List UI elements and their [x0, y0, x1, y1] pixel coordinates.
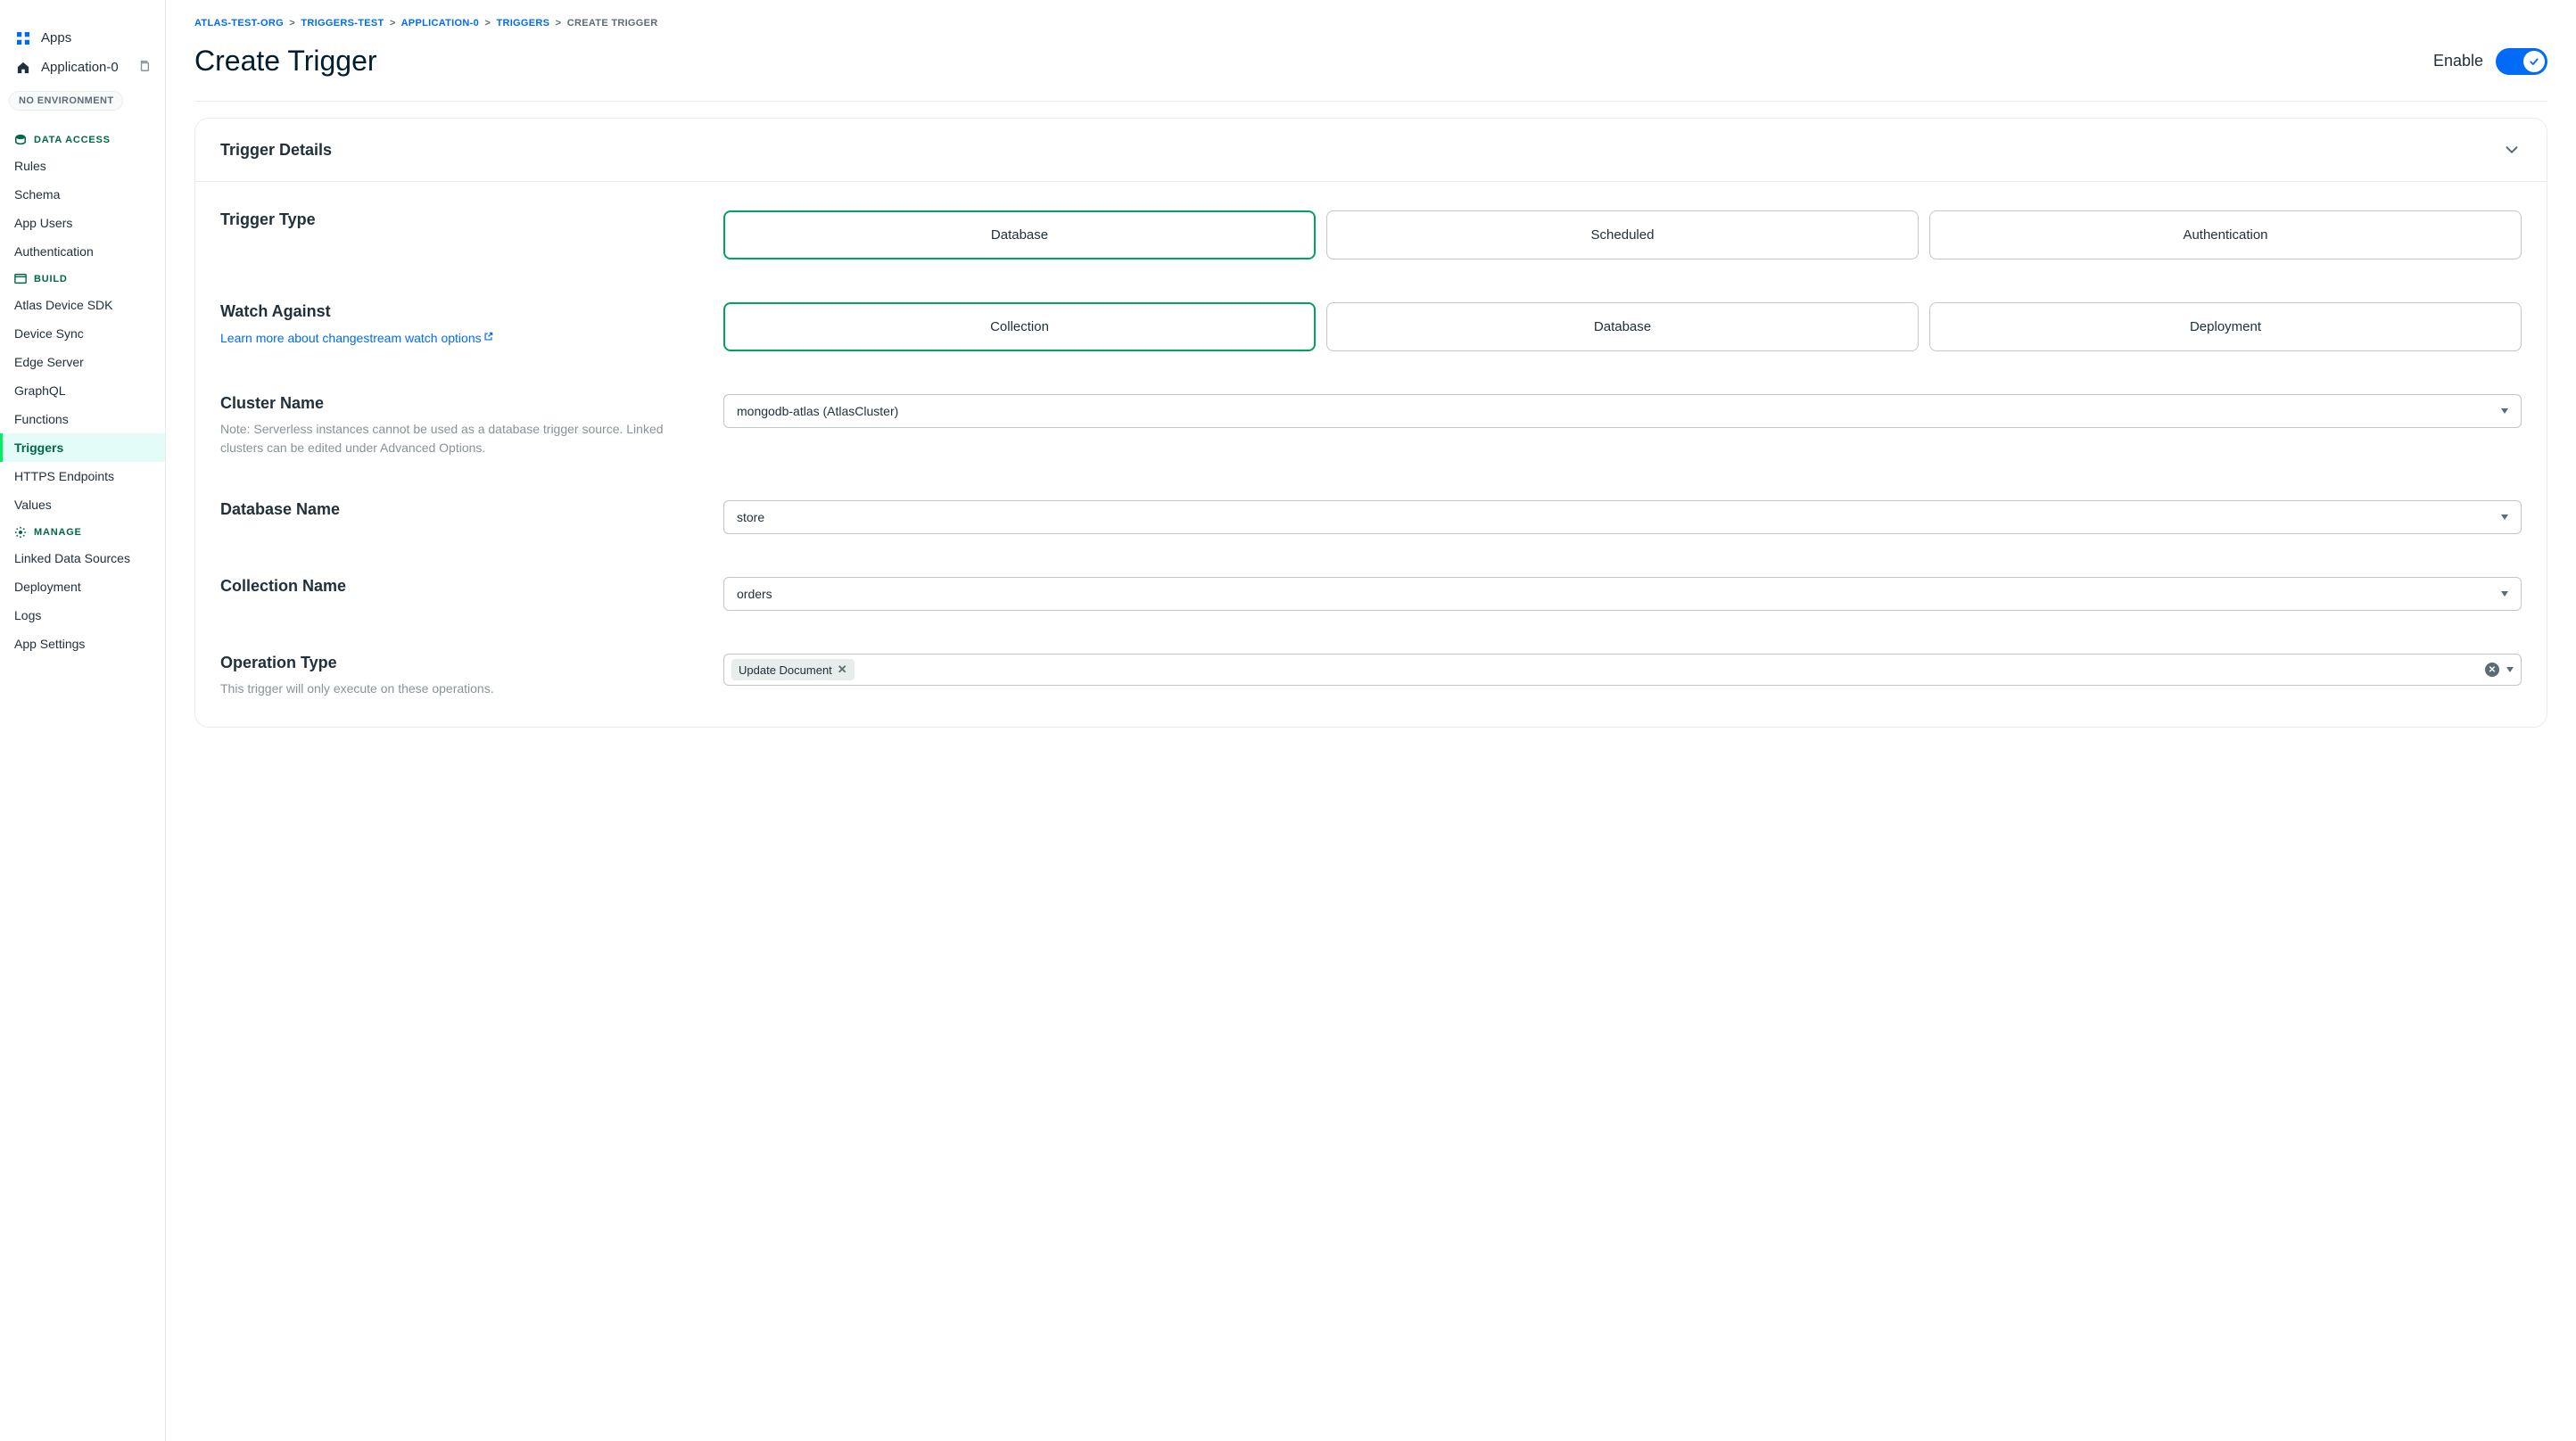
- caret-down-icon: [2501, 408, 2508, 414]
- section-title-manage: MANAGE: [0, 519, 165, 544]
- sidebar-item-functions[interactable]: Functions: [0, 405, 165, 433]
- home-icon: [14, 62, 32, 74]
- option-authentication[interactable]: Authentication: [1929, 210, 2522, 259]
- toggle-knob: [2523, 51, 2545, 72]
- crumb-project[interactable]: TRIGGERS-TEST: [301, 18, 384, 29]
- sidebar-item-deployment[interactable]: Deployment: [0, 572, 165, 601]
- sidebar-item-app-users[interactable]: App Users: [0, 209, 165, 237]
- section-title-data-access: DATA ACCESS: [0, 127, 165, 152]
- watch-against-options: Collection Database Deployment: [723, 302, 2522, 351]
- enable-toggle[interactable]: [2496, 48, 2547, 75]
- select-collection-value: orders: [737, 587, 772, 601]
- select-collection[interactable]: orders: [723, 577, 2522, 611]
- sidebar-item-logs[interactable]: Logs: [0, 601, 165, 630]
- crumb-sep: >: [484, 18, 491, 29]
- option-collection[interactable]: Collection: [723, 302, 1316, 351]
- panel-title: Trigger Details: [220, 141, 332, 160]
- sidebar-item-schema[interactable]: Schema: [0, 180, 165, 209]
- clear-all-icon[interactable]: ✕: [2485, 663, 2499, 677]
- label-cluster: Cluster Name: [220, 394, 702, 413]
- app-name-label: Application-0: [41, 60, 119, 75]
- trigger-details-panel: Trigger Details Trigger Type Database Sc…: [194, 118, 2547, 728]
- label-collection: Collection Name: [220, 577, 702, 596]
- tag-remove-icon[interactable]: ✕: [838, 663, 847, 677]
- sidebar-item-rules[interactable]: Rules: [0, 152, 165, 180]
- crumb-sep: >: [556, 18, 562, 29]
- option-scheduled[interactable]: Scheduled: [1326, 210, 1919, 259]
- enable-label: Enable: [2433, 52, 2483, 70]
- sidebar-item-app-name[interactable]: Application-0: [0, 53, 165, 82]
- sidebar-item-app-settings[interactable]: App Settings: [0, 630, 165, 658]
- sidebar-item-apps[interactable]: Apps: [0, 23, 165, 53]
- sidebar-item-sdk[interactable]: Atlas Device SDK: [0, 291, 165, 319]
- sidebar-item-edge-server[interactable]: Edge Server: [0, 348, 165, 376]
- sidebar-item-linked[interactable]: Linked Data Sources: [0, 544, 165, 572]
- label-database: Database Name: [220, 500, 702, 519]
- hint-operation: This trigger will only execute on these …: [220, 679, 702, 698]
- chevron-down-icon: [2502, 140, 2522, 160]
- tag-label: Update Document: [739, 663, 832, 677]
- caret-down-icon: [2506, 667, 2514, 672]
- option-database[interactable]: Database: [723, 210, 1316, 259]
- crumb-app[interactable]: APPLICATION-0: [401, 18, 479, 29]
- option-deployment[interactable]: Deployment: [1929, 302, 2522, 351]
- hint-cluster: Note: Serverless instances cannot be use…: [220, 420, 702, 457]
- tag-update-document: Update Document ✕: [731, 659, 855, 680]
- label-trigger-type: Trigger Type: [220, 210, 702, 229]
- copy-icon[interactable]: [138, 60, 151, 75]
- sidebar-item-triggers[interactable]: Triggers: [0, 433, 165, 462]
- select-operation[interactable]: Update Document ✕ ✕: [723, 654, 2522, 686]
- apps-label: Apps: [41, 30, 71, 45]
- page-title: Create Trigger: [194, 45, 377, 78]
- label-operation: Operation Type: [220, 654, 702, 672]
- sidebar-item-https-endpoints[interactable]: HTTPS Endpoints: [0, 462, 165, 490]
- crumb-section[interactable]: TRIGGERS: [496, 18, 549, 29]
- panel-head[interactable]: Trigger Details: [195, 119, 2547, 182]
- select-database-value: store: [737, 510, 764, 524]
- trigger-type-options: Database Scheduled Authentication: [723, 210, 2522, 259]
- crumb-sep: >: [289, 18, 295, 29]
- caret-down-icon: [2501, 515, 2508, 520]
- sidebar-item-graphql[interactable]: GraphQL: [0, 376, 165, 405]
- apps-icon: [14, 32, 32, 45]
- sidebar: Apps Application-0 NO ENVIRONMENT DATA A…: [0, 0, 166, 1441]
- environment-badge: NO ENVIRONMENT: [9, 91, 123, 111]
- crumb-org[interactable]: ATLAS-TEST-ORG: [194, 18, 284, 29]
- breadcrumb: ATLAS-TEST-ORG > TRIGGERS-TEST > APPLICA…: [194, 18, 2547, 29]
- option-database[interactable]: Database: [1326, 302, 1919, 351]
- link-changestream[interactable]: Learn more about changestream watch opti…: [220, 331, 493, 345]
- caret-down-icon: [2501, 591, 2508, 597]
- crumb-sep: >: [390, 18, 396, 29]
- external-link-icon: [483, 328, 493, 338]
- sidebar-item-values[interactable]: Values: [0, 490, 165, 519]
- select-database[interactable]: store: [723, 500, 2522, 534]
- select-cluster-value: mongodb-atlas (AtlasCluster): [737, 404, 898, 418]
- sidebar-item-device-sync[interactable]: Device Sync: [0, 319, 165, 348]
- section-title-build: BUILD: [0, 266, 165, 291]
- sidebar-item-authentication[interactable]: Authentication: [0, 237, 165, 266]
- crumb-current: CREATE TRIGGER: [567, 18, 658, 29]
- label-watch-against: Watch Against: [220, 302, 702, 321]
- check-icon: [2529, 56, 2539, 67]
- main-content: ATLAS-TEST-ORG > TRIGGERS-TEST > APPLICA…: [166, 0, 2576, 1441]
- select-cluster[interactable]: mongodb-atlas (AtlasCluster): [723, 394, 2522, 428]
